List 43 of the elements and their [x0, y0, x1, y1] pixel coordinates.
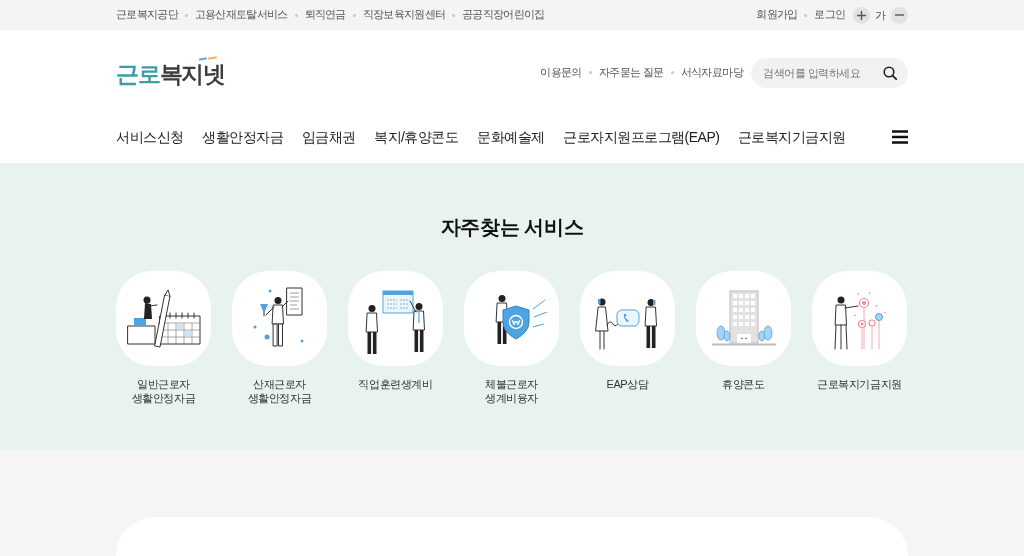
service-label[interactable]: 일반근로자 생활안정자금	[131, 377, 196, 405]
service-label[interactable]: 휴양콘도	[722, 377, 765, 391]
account-link[interactable]: 로그인	[814, 7, 846, 23]
font-increase-button[interactable]	[853, 6, 871, 24]
nav-link[interactable]: 근로복지기금지원	[737, 126, 846, 148]
font-decrease-button[interactable]	[891, 6, 908, 24]
search-icon[interactable]	[883, 65, 897, 80]
minus-icon	[895, 14, 904, 16]
font-size-label: 가	[875, 7, 886, 23]
top-link[interactable]: 공공직장어린이집	[462, 7, 545, 23]
service-tile[interactable]	[232, 271, 327, 366]
service-label[interactable]: 체불근로자 생계비융자	[485, 377, 538, 405]
menu-button[interactable]	[892, 130, 908, 144]
utility-link[interactable]: 자주묻는 질문	[598, 64, 664, 81]
nav-link[interactable]: 생활안정자금	[202, 126, 284, 148]
nav-link[interactable]: 근로자지원프로그램(EAP)	[563, 126, 720, 148]
account-link[interactable]: 회원가입	[756, 7, 798, 23]
logo-accent-icon	[199, 55, 217, 61]
nav-link[interactable]: 문화예술제	[477, 126, 545, 148]
top-link[interactable]: 직장보육지원센터	[362, 7, 446, 23]
plus-icon	[857, 10, 867, 20]
utility-link[interactable]: 이용문의	[540, 64, 582, 81]
top-link[interactable]: 근로복지공단	[116, 7, 178, 23]
service-label[interactable]: 직업훈련생계비	[358, 377, 433, 391]
site-logo[interactable]: 근로복지넷	[116, 57, 225, 88]
search-field[interactable]: 검색어를 입력하세요	[751, 57, 908, 88]
service-tile[interactable]	[464, 271, 559, 366]
service-label[interactable]: 산재근로자 생활안정자금	[247, 377, 312, 405]
nav-link[interactable]: 임금채권	[301, 126, 356, 148]
service-tile[interactable]	[696, 271, 791, 366]
service-tile[interactable]	[812, 271, 907, 366]
utility-link[interactable]: 서식자료마당	[680, 64, 743, 81]
section-title: 자주찾는 서비스	[440, 215, 584, 239]
top-link[interactable]: 퇴직연금	[304, 7, 346, 23]
service-label[interactable]: 근로복지기금지원	[817, 377, 902, 391]
service-tile[interactable]	[348, 271, 443, 366]
nav-link[interactable]: 서비스신청	[116, 126, 184, 148]
service-tile[interactable]	[580, 271, 675, 366]
service-tile[interactable]	[116, 271, 211, 366]
service-label[interactable]: EAP상담	[606, 377, 649, 391]
top-link[interactable]: 고용산재토탈서비스	[194, 7, 288, 23]
nav-link[interactable]: 복지/휴양콘도	[374, 126, 459, 148]
menu-icon	[892, 130, 908, 144]
